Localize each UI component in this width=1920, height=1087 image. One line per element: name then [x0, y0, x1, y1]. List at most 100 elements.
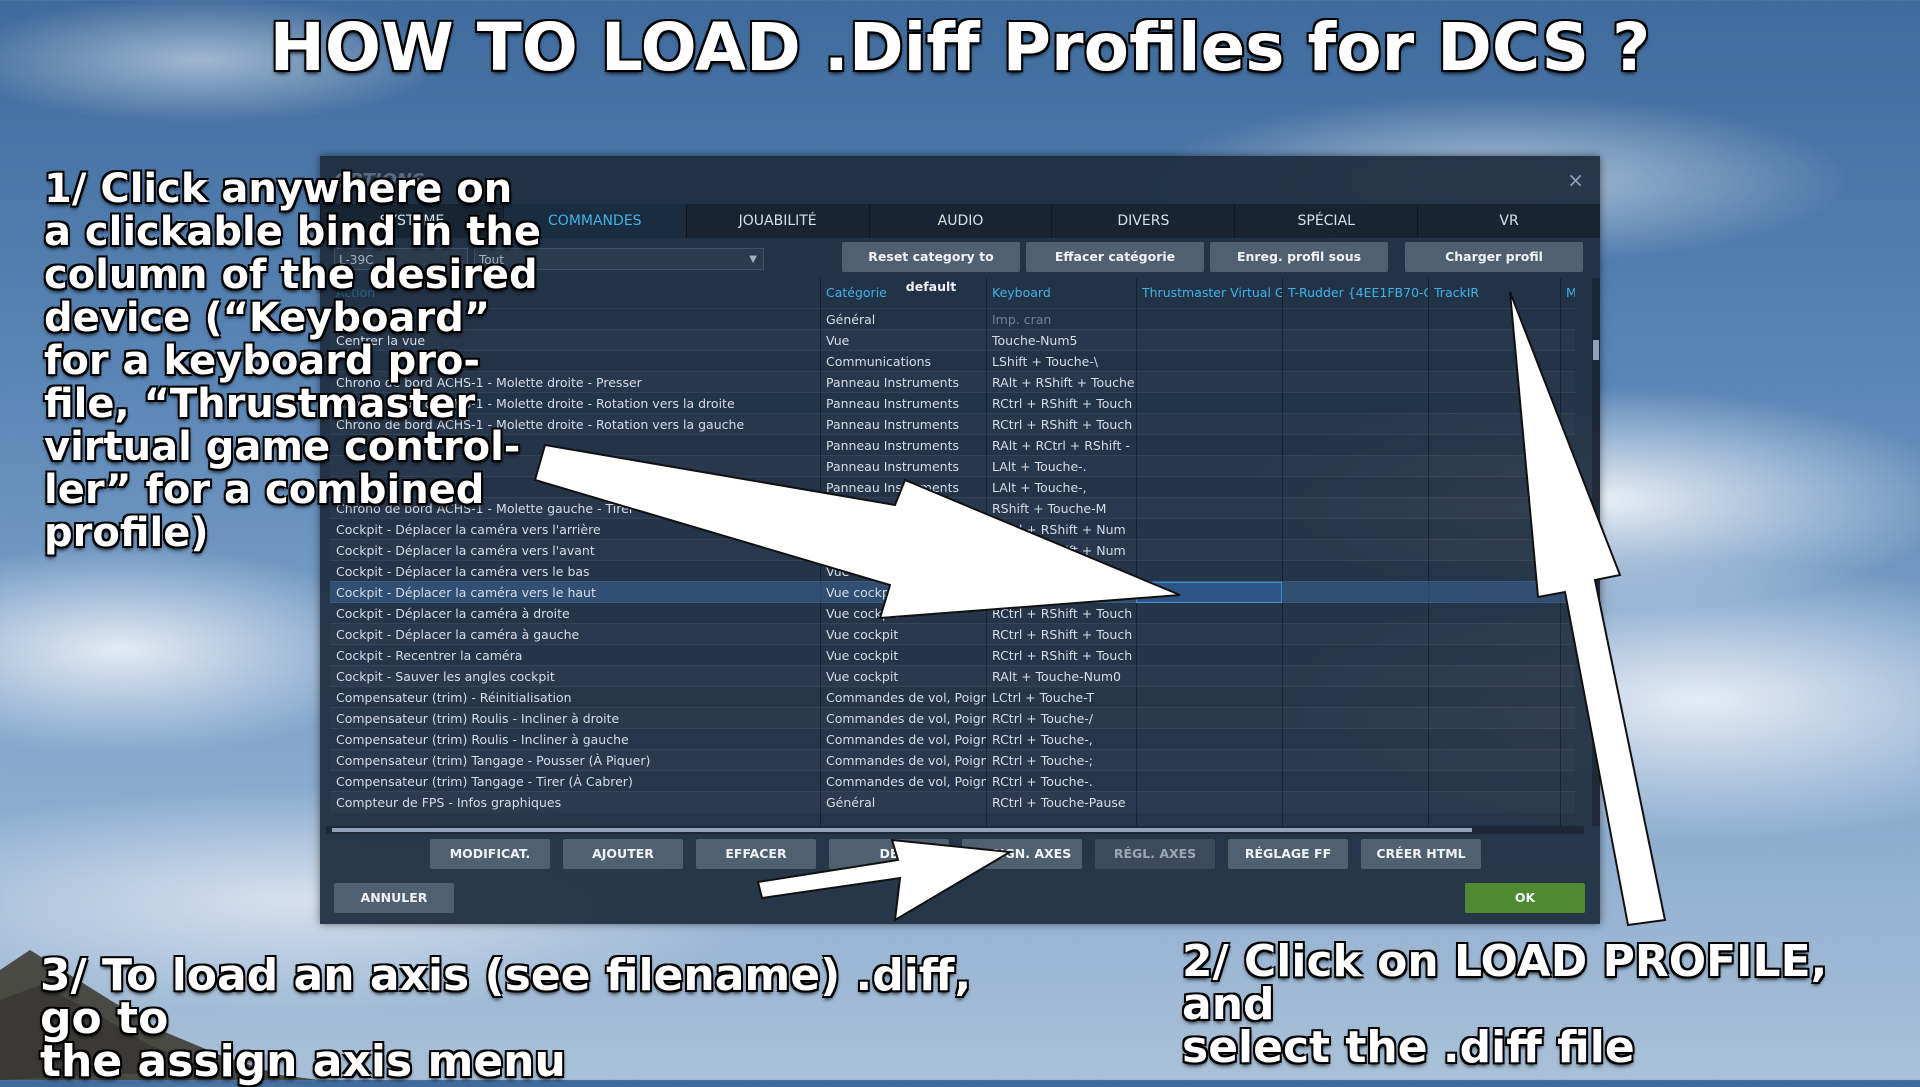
category-cell: Vue cockpit	[826, 543, 899, 558]
category-cell	[820, 519, 986, 540]
category-cell: Panneau Instruments	[826, 417, 960, 432]
headline: HOW TO LOAD .Diff Profiles for DCS ?	[269, 9, 1651, 86]
table-row[interactable]: Compensateur (trim) Roulis - Incliner à …	[330, 728, 1575, 750]
tab-divers[interactable]: DIVERS	[1051, 204, 1235, 238]
category-cell: Commandes de vol, Poign	[826, 774, 986, 789]
action-cell: Cockpit - Déplacer la caméra vers le hau…	[336, 585, 596, 600]
keyboard-bind-cell[interactable]: RCtrl + RShift + Touch	[986, 645, 1136, 666]
keyboard-bind-cell[interactable]: RShift + Touche-M	[986, 498, 1136, 519]
category-cell: Commandes de vol, Poign	[826, 690, 986, 705]
keyboard-bind-cell[interactable]: RCtrl + Touche-Pause	[986, 792, 1136, 813]
category-cell: Commandes de vol, Poign	[826, 753, 986, 768]
category-cell: Vue cockpit	[826, 669, 899, 684]
keyboard-bind-cell[interactable]: RAlt + RCtrl + RShift -	[986, 435, 1136, 456]
keyboard-bind-cell[interactable]: RCtrl + Touche-;	[986, 750, 1136, 771]
save-profile-as-button[interactable]: Enreg. profil sous	[1210, 242, 1388, 272]
category-cell: Vue cockpit	[826, 627, 899, 642]
keyboard-bind-cell[interactable]: RAlt + Touche-Num0	[986, 666, 1136, 687]
horizontal-scrollbar[interactable]	[326, 826, 1584, 834]
category-cell: Panneau Instruments	[826, 480, 960, 495]
category-cell: Vue cockpit	[826, 606, 899, 621]
keyboard-bind-cell[interactable]: Touche-Num5	[986, 330, 1136, 351]
column-header-t-rudder[interactable]: T-Rudder {4EE1FB70-C	[1288, 278, 1428, 308]
table-row[interactable]: Cockpit - Déplacer la caméra vers le bas…	[330, 560, 1575, 582]
chevron-down-icon: ▼	[749, 254, 757, 265]
scroll-thumb[interactable]	[1593, 340, 1599, 360]
vertical-scrollbar[interactable]	[1592, 278, 1600, 826]
keyboard-bind-cell[interactable]: LShift + Touche-\	[986, 351, 1136, 372]
ok-button[interactable]: OK	[1465, 883, 1585, 913]
category-cell: Vue	[826, 333, 850, 348]
ff-tune-button[interactable]: RÉGLAGE FF	[1228, 839, 1348, 869]
table-row[interactable]: Compensateur (trim) Tangage - Tirer (À C…	[330, 770, 1575, 792]
tab-special[interactable]: SPÉCIAL	[1234, 204, 1418, 238]
column-header-keyboard[interactable]: Keyboard	[992, 278, 1132, 308]
action-cell: Compensateur (trim) - Réinitialisation	[336, 690, 572, 705]
cancel-button[interactable]: ANNULER	[334, 883, 454, 913]
tab-jouabilite[interactable]: JOUABILITÉ	[685, 204, 869, 238]
category-cell: Vue cockpit	[826, 564, 899, 579]
table-row[interactable]: Cockpit - Recentrer la caméra Vue cockpit…	[330, 644, 1575, 666]
category-cell: Panneau Instruments	[826, 438, 960, 453]
tab-audio[interactable]: AUDIO	[868, 204, 1052, 238]
category-cell	[820, 498, 986, 519]
action-cell: Compensateur (trim) Tangage - Pousser (À…	[336, 753, 651, 768]
tab-vr[interactable]: VR	[1417, 204, 1601, 238]
keyboard-bind-cell[interactable]: Imp. cran	[986, 309, 1136, 330]
category-cell: Panneau Instruments	[826, 459, 960, 474]
action-cell: Compteur de FPS - Infos graphiques	[336, 795, 562, 810]
assign-axes-button[interactable]: ASSIGN. AXES	[962, 839, 1082, 869]
make-html-button[interactable]: CRÉER HTML	[1361, 839, 1481, 869]
table-row[interactable]: Cockpit - Déplacer la caméra vers le hau…	[330, 581, 1575, 603]
axis-tune-button[interactable]: RÉGL. AXES	[1095, 839, 1215, 869]
keyboard-bind-cell[interactable]: RAlt + RShift + Touche	[986, 372, 1136, 393]
action-cell: Cockpit - Recentrer la caméra	[336, 648, 523, 663]
keyboard-bind-cell[interactable]: RCtrl + RShift + Touch	[986, 603, 1136, 624]
column-header-category[interactable]: Catégorie	[826, 278, 986, 308]
category-cell: Panneau Instruments	[826, 375, 960, 390]
action-cell: Compensateur (trim) Tangage - Tirer (À C…	[336, 774, 633, 789]
category-cell: Commandes de vol, Poign	[826, 732, 986, 747]
keyboard-bind-cell[interactable]: RCtrl + Touche-/	[986, 708, 1136, 729]
table-row[interactable]: Compensateur (trim) Tangage - Pousser (À…	[330, 749, 1575, 771]
scroll-thumb[interactable]	[332, 828, 1472, 832]
table-row[interactable]: Compensateur (trim) - Réinitialisation Co…	[330, 686, 1575, 708]
keyboard-bind-cell[interactable]: RCtrl + RShift + Touch	[986, 624, 1136, 645]
table-row[interactable]: Compensateur (trim) Roulis - Incliner à …	[330, 707, 1575, 729]
clear-button[interactable]: EFFACER	[696, 839, 816, 869]
keyboard-bind-cell[interactable]: RCtrl + RShift + Num	[986, 540, 1136, 561]
load-profile-button[interactable]: Charger profil	[1405, 242, 1583, 272]
category-cell: Vue cockpit	[826, 648, 899, 663]
step2-instruction: 2/ Click on LOAD PROFILE, and select the…	[1182, 936, 1828, 1073]
default-button[interactable]: DE	[829, 839, 949, 869]
action-cell: Compensateur (trim) Roulis - Incliner à …	[336, 732, 629, 747]
keyboard-bind-cell[interactable]: RCtrl + RShift + Num	[986, 519, 1136, 540]
modify-button[interactable]: MODIFICAT.	[430, 839, 550, 869]
keyboard-bind-cell[interactable]: RCtrl + RShift + Touch	[986, 393, 1136, 414]
keyboard-bind-cell[interactable]: RCtrl + Touche-.	[986, 771, 1136, 792]
close-icon[interactable]: ×	[1567, 168, 1584, 192]
step1-instruction: 1/ Click anywhere on a clickable bind in…	[44, 166, 541, 556]
clear-category-button[interactable]: Effacer catégorie	[1026, 242, 1204, 272]
action-cell: Cockpit - Déplacer la caméra à droite	[336, 606, 570, 621]
keyboard-bind-cell[interactable]: RCtrl + Touche-,	[986, 729, 1136, 750]
column-header-more[interactable]: M	[1566, 278, 1575, 308]
reset-category-button[interactable]: Reset category to default	[842, 242, 1020, 294]
action-cell: Cockpit - Déplacer la caméra vers le bas	[336, 564, 590, 579]
keyboard-bind-cell[interactable]: LCtrl + Touche-T	[986, 687, 1136, 708]
table-row[interactable]: Compteur de FPS - Infos graphiques Généra…	[330, 791, 1575, 813]
column-header-trackir[interactable]: TrackIR	[1434, 278, 1564, 308]
category-cell: Vue cockpit	[826, 585, 899, 600]
keyboard-bind-cell[interactable]: RCtrl + RShift + Touch	[986, 414, 1136, 435]
keyboard-bind-cell[interactable]: LAlt + Touche-.	[986, 456, 1136, 477]
table-row[interactable]: Cockpit - Déplacer la caméra à droite Vue…	[330, 602, 1575, 624]
table-row[interactable]: Cockpit - Déplacer la caméra à gauche Vue…	[330, 623, 1575, 645]
keyboard-bind-cell[interactable]: RCtrl + RShift + Touch	[986, 582, 1136, 603]
category-cell: Commandes de vol, Poign	[826, 711, 986, 726]
add-button[interactable]: AJOUTER	[563, 839, 683, 869]
table-row[interactable]: Cockpit - Sauver les angles cockpit Vue c…	[330, 665, 1575, 687]
keyboard-bind-cell[interactable]: LAlt + Touche-,	[986, 477, 1136, 498]
keyboard-bind-cell[interactable]	[986, 561, 1136, 582]
selected-bind-cell[interactable]	[1136, 582, 1282, 603]
column-header-thrustmaster[interactable]: Thrustmaster Virtual G	[1142, 278, 1282, 308]
